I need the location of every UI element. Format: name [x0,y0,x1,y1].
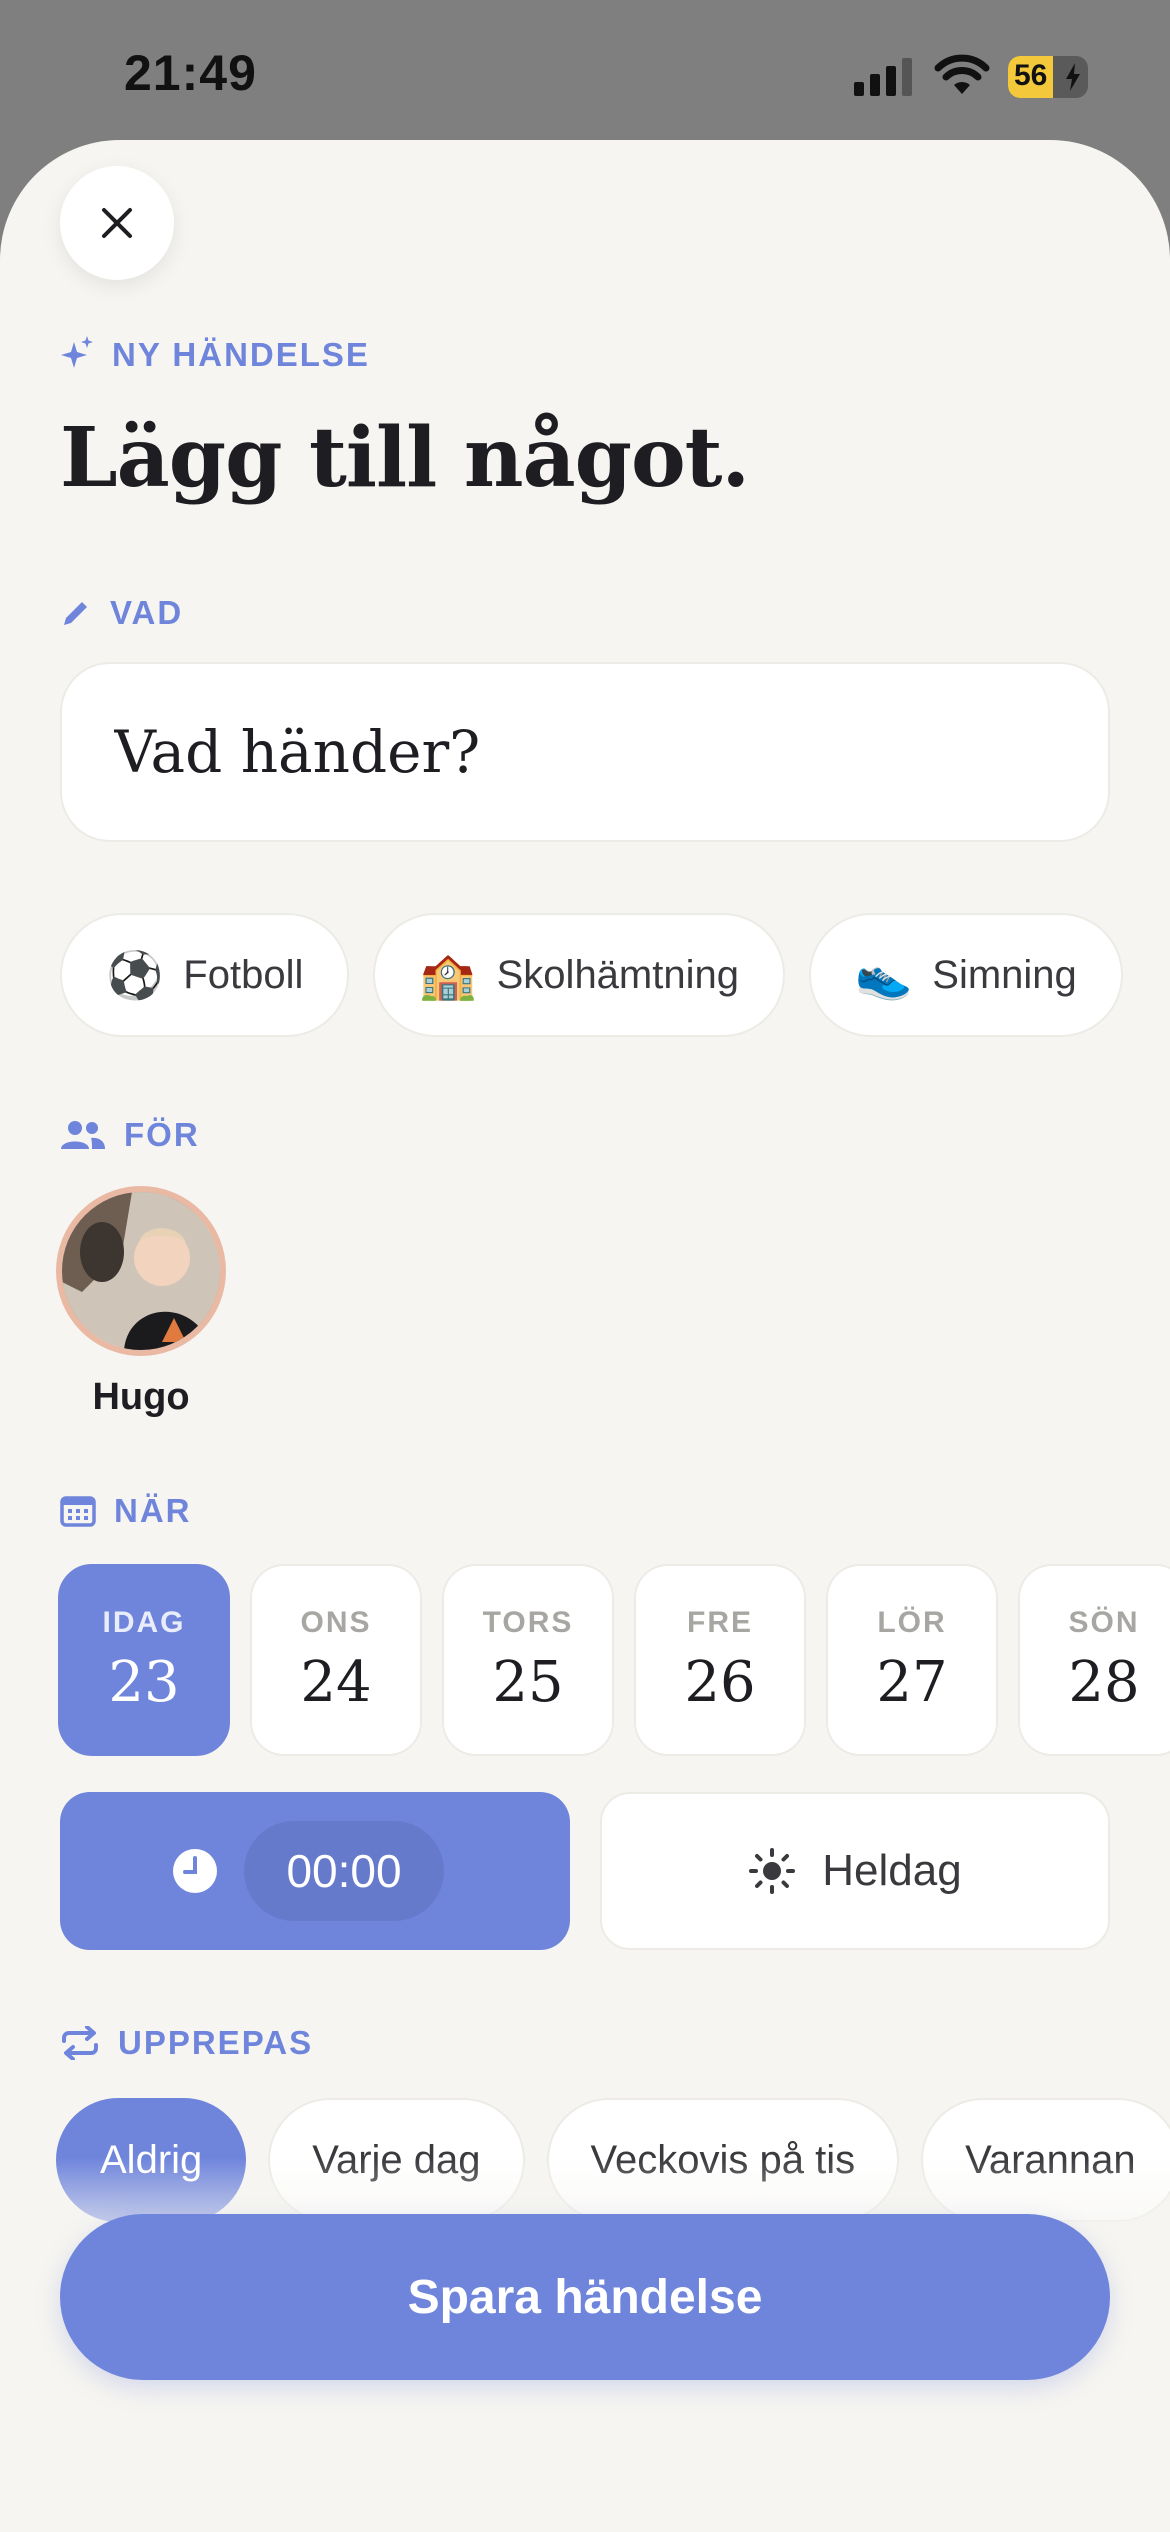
day-number: 23 [108,1649,180,1715]
close-icon [102,208,132,238]
time-picker-button[interactable]: 00:00 [60,1792,570,1950]
what-section-label: VAD [60,594,183,632]
avatar-hugo[interactable] [56,1186,226,1356]
all-day-button[interactable]: Heldag [600,1792,1110,1950]
day-name: IDAG [102,1605,186,1639]
day-today[interactable]: IDAG 23 [58,1564,230,1756]
person-name: Hugo [92,1376,190,1418]
day-picker: IDAG 23 ONS 24 TORS 25 FRE 26 LÖR 27 SÖN… [58,1564,1170,1756]
sparkle-icon [61,336,93,368]
day-number: 27 [876,1649,948,1715]
day-thursday[interactable]: TORS 25 [442,1564,614,1756]
pencil-icon [64,602,87,625]
cellular-signal-icon [854,58,912,96]
calendar-icon [60,1496,96,1527]
chip-label: Fotboll [183,952,304,997]
suggestion-chip-fotboll[interactable]: ⚽ Fotboll [60,913,350,1037]
eyebrow-label: NY HÄNDELSE [60,336,370,374]
day-name: ONS [300,1605,372,1639]
wifi-icon [934,54,990,94]
chip-label: Simning [932,952,1077,997]
what-label: VAD [110,594,184,631]
chip-label: Skolhämtning [496,952,739,997]
day-name: SÖN [1068,1605,1140,1639]
day-friday[interactable]: FRE 26 [634,1564,806,1756]
day-number: 28 [1068,1649,1140,1715]
when-label: NÄR [114,1492,192,1529]
day-name: FRE [687,1605,753,1639]
battery-icon: 56 [1008,56,1088,98]
day-saturday[interactable]: LÖR 27 [826,1564,998,1756]
event-title-input[interactable] [60,662,1110,842]
school-icon: 🏫 [419,949,477,1001]
repeat-label: UPPREPAS [118,2024,314,2061]
suggestion-chip-skolhamtning[interactable]: 🏫 Skolhämtning [373,913,785,1037]
sun-icon [749,1848,796,1894]
close-button[interactable] [60,166,174,280]
status-bar: 21:49 56 [0,0,1170,140]
suggestion-chip-simning[interactable]: 👟 Simning [809,913,1123,1037]
time-value: 00:00 [244,1821,444,1921]
day-sunday[interactable]: SÖN 28 [1018,1564,1170,1756]
charging-bolt-icon [1066,63,1080,91]
sneaker-icon: 👟 [855,949,913,1001]
day-number: 26 [684,1649,756,1715]
soccer-ball-icon: ⚽ [106,949,164,1001]
clock-icon [173,1849,217,1893]
day-number: 25 [492,1649,564,1715]
suggestion-chips: ⚽ Fotboll 🏫 Skolhämtning 👟 Simning [60,913,1123,1037]
people-icon [61,1121,105,1149]
repeat-icon [62,2026,98,2060]
new-event-sheet: NY HÄNDELSE Lägg till något. VAD ⚽ Fotbo… [0,140,1170,2532]
save-event-button[interactable]: Spara händelse [60,2214,1110,2380]
for-section-label: FÖR [60,1116,200,1154]
battery-level: 56 [1014,59,1048,92]
repeat-section-label: UPPREPAS [60,2024,313,2062]
eyebrow-text: NY HÄNDELSE [112,336,370,373]
page-title: Lägg till något. [60,410,750,506]
when-section-label: NÄR [60,1492,192,1530]
day-wednesday[interactable]: ONS 24 [250,1564,422,1756]
day-name: LÖR [877,1605,947,1639]
day-number: 24 [300,1649,372,1715]
status-time: 21:49 [124,45,257,101]
all-day-label: Heldag [822,1846,962,1895]
avatar-photo [62,1192,220,1350]
for-label: FÖR [124,1116,200,1153]
day-name: TORS [482,1605,574,1639]
